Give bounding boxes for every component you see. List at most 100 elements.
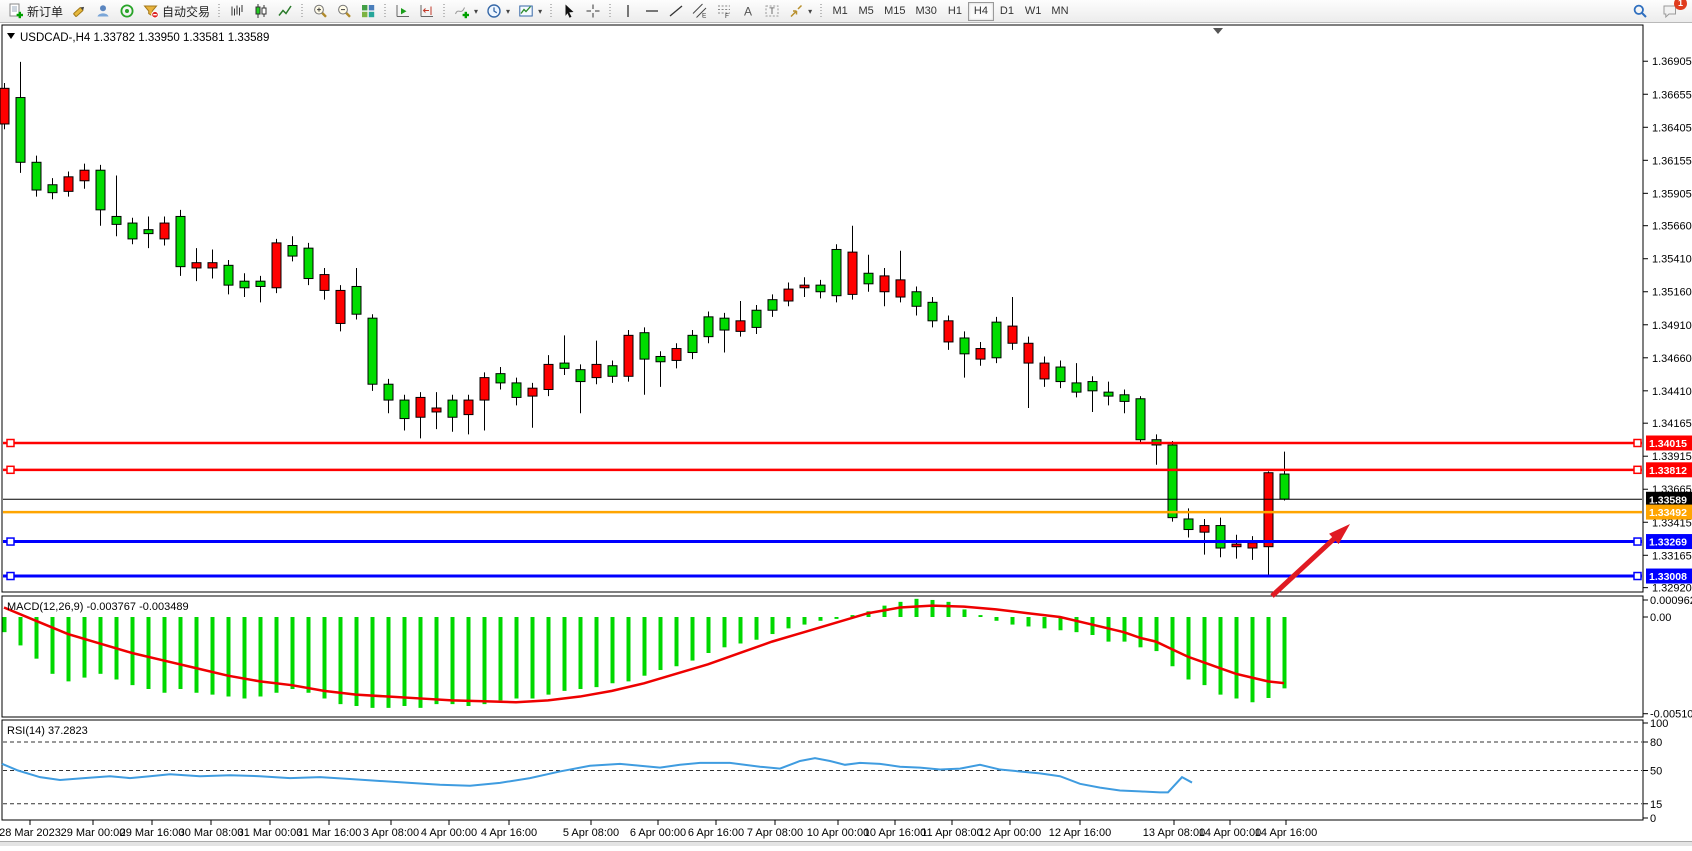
text-button[interactable]: A	[736, 1, 760, 21]
new-order-button[interactable]: 新订单	[4, 1, 67, 21]
indicators-button[interactable]: ▾	[450, 1, 482, 21]
svg-text:1.36405: 1.36405	[1652, 122, 1692, 134]
svg-text:10 Apr 00:00: 10 Apr 00:00	[807, 827, 869, 839]
search-button[interactable]	[1628, 1, 1652, 21]
svg-text:1.36655: 1.36655	[1652, 89, 1692, 101]
line-handle[interactable]	[1634, 440, 1641, 447]
dropdown-caret-icon[interactable]: ▾	[474, 7, 478, 16]
svg-text:1.34410: 1.34410	[1652, 386, 1692, 398]
chart-canvas: USDCAD-,H4 1.33782 1.33950 1.33581 1.335…	[0, 24, 1692, 846]
svg-text:1.35660: 1.35660	[1652, 221, 1692, 233]
zoom-in-button[interactable]	[308, 1, 332, 21]
cursor-button[interactable]	[557, 1, 581, 21]
line-handle[interactable]	[7, 538, 14, 545]
line-chart-button[interactable]	[273, 1, 297, 21]
svg-text:1.35905: 1.35905	[1652, 188, 1692, 200]
toolbar-separator	[216, 2, 223, 20]
horizontal-line-icon	[644, 3, 660, 19]
timeframe-button-w1[interactable]: W1	[1020, 2, 1047, 21]
svg-text:12 Apr 00:00: 12 Apr 00:00	[979, 827, 1041, 839]
macd-panel	[2, 596, 1643, 717]
svg-text:1.33812: 1.33812	[1649, 465, 1687, 477]
line-handle[interactable]	[7, 440, 14, 447]
vertical-line-icon	[620, 3, 636, 19]
auto-scroll-icon	[395, 3, 411, 19]
svg-text:1.33589: 1.33589	[1649, 494, 1687, 506]
svg-text:1.33492: 1.33492	[1649, 507, 1687, 519]
channel-icon: E	[692, 3, 708, 19]
timeframe-button-h1[interactable]: H1	[942, 2, 968, 21]
periodicity-button[interactable]: ▾	[482, 1, 514, 21]
label-button[interactable]: T	[760, 1, 784, 21]
macd-label: MACD(12,26,9) -0.003767 -0.003489	[7, 601, 189, 613]
autotrade-button[interactable]: 自动交易	[139, 1, 214, 21]
notification-badge[interactable]: 1	[1674, 0, 1687, 10]
timeframe-button-m5[interactable]: M5	[853, 2, 879, 21]
toolbar-separator	[548, 2, 555, 20]
svg-text:1.33165: 1.33165	[1652, 550, 1692, 562]
fibonacci-button[interactable]: F	[712, 1, 736, 21]
svg-text:1.36905: 1.36905	[1652, 56, 1692, 68]
dropdown-caret-icon[interactable]: ▾	[506, 7, 510, 16]
svg-text:1.34015: 1.34015	[1649, 438, 1687, 450]
candle-chart-button[interactable]	[249, 1, 273, 21]
auto-scroll-button[interactable]	[391, 1, 415, 21]
timeframe-button-d1[interactable]: D1	[994, 2, 1020, 21]
trendline-button[interactable]	[664, 1, 688, 21]
dropdown-caret-icon[interactable]: ▾	[808, 7, 812, 16]
line-handle[interactable]	[7, 573, 14, 580]
time-axis: 28 Mar 202329 Mar 00:0029 Mar 16:0030 Ma…	[0, 820, 1317, 839]
crosshair-icon	[585, 3, 601, 19]
chart-window: USDCAD-,H4 1.33782 1.33950 1.33581 1.335…	[0, 24, 1692, 846]
toolbar-separator	[607, 2, 614, 20]
timeframe-button-h4[interactable]: H4	[968, 2, 994, 21]
svg-text:F: F	[725, 13, 729, 19]
publisher-button[interactable]	[91, 1, 115, 21]
templates-button[interactable]: ▾	[514, 1, 546, 21]
chart-shift-button[interactable]	[415, 1, 439, 21]
toolbar-separator	[441, 2, 448, 20]
svg-text:11 Apr 08:00: 11 Apr 08:00	[921, 827, 983, 839]
pencil-button[interactable]	[67, 1, 91, 21]
timeframe-button-m30[interactable]: M30	[911, 2, 942, 21]
channel-button[interactable]: E	[688, 1, 712, 21]
svg-text:6 Apr 00:00: 6 Apr 00:00	[630, 827, 686, 839]
main-toolbar: 新订单 自动交易 ▾ ▾ ▾ E F AT ▾ M1M5M15M30H1H4D1W1MN 1	[0, 0, 1692, 23]
signal-button[interactable]	[115, 1, 139, 21]
bar-chart-button[interactable]	[225, 1, 249, 21]
svg-text:12 Apr 16:00: 12 Apr 16:00	[1049, 827, 1111, 839]
line-handle[interactable]	[1634, 466, 1641, 473]
svg-text:0.00: 0.00	[1650, 612, 1671, 624]
autotrade-icon	[143, 3, 159, 19]
price-tag-1.33492: 1.33492	[1646, 505, 1692, 520]
svg-text:50: 50	[1650, 766, 1662, 778]
svg-text:1.32920: 1.32920	[1652, 583, 1692, 595]
dropdown-caret-icon[interactable]: ▾	[538, 7, 542, 16]
vertical-line-button[interactable]	[616, 1, 640, 21]
line-handle[interactable]	[1634, 573, 1641, 580]
svg-text:4 Apr 16:00: 4 Apr 16:00	[481, 827, 537, 839]
horizontal-line-button[interactable]	[640, 1, 664, 21]
line-handle[interactable]	[7, 466, 14, 473]
arrows-button[interactable]: ▾	[784, 1, 816, 21]
svg-text:100: 100	[1650, 718, 1668, 730]
timeframe-button-m1[interactable]: M1	[827, 2, 853, 21]
line-handle[interactable]	[1634, 538, 1641, 545]
signal-icon	[119, 3, 135, 19]
bar-chart-icon	[229, 3, 245, 19]
new-order-icon	[8, 3, 24, 19]
timeframe-button-mn[interactable]: MN	[1046, 2, 1073, 21]
zoom-out-button[interactable]	[332, 1, 356, 21]
toolbar-separator	[382, 2, 389, 20]
svg-text:29 Mar 16:00: 29 Mar 16:00	[120, 827, 185, 839]
crosshair-button[interactable]	[581, 1, 605, 21]
cursor-icon	[561, 3, 577, 19]
svg-text:1.35160: 1.35160	[1652, 287, 1692, 299]
zoom-out-icon	[336, 3, 352, 19]
svg-text:5 Apr 08:00: 5 Apr 08:00	[563, 827, 619, 839]
svg-text:80: 80	[1650, 737, 1662, 749]
chart-title: USDCAD-,H4 1.33782 1.33950 1.33581 1.335…	[20, 32, 269, 44]
tile-windows-button[interactable]	[356, 1, 380, 21]
toolbar-separator	[818, 2, 825, 20]
timeframe-button-m15[interactable]: M15	[879, 2, 910, 21]
